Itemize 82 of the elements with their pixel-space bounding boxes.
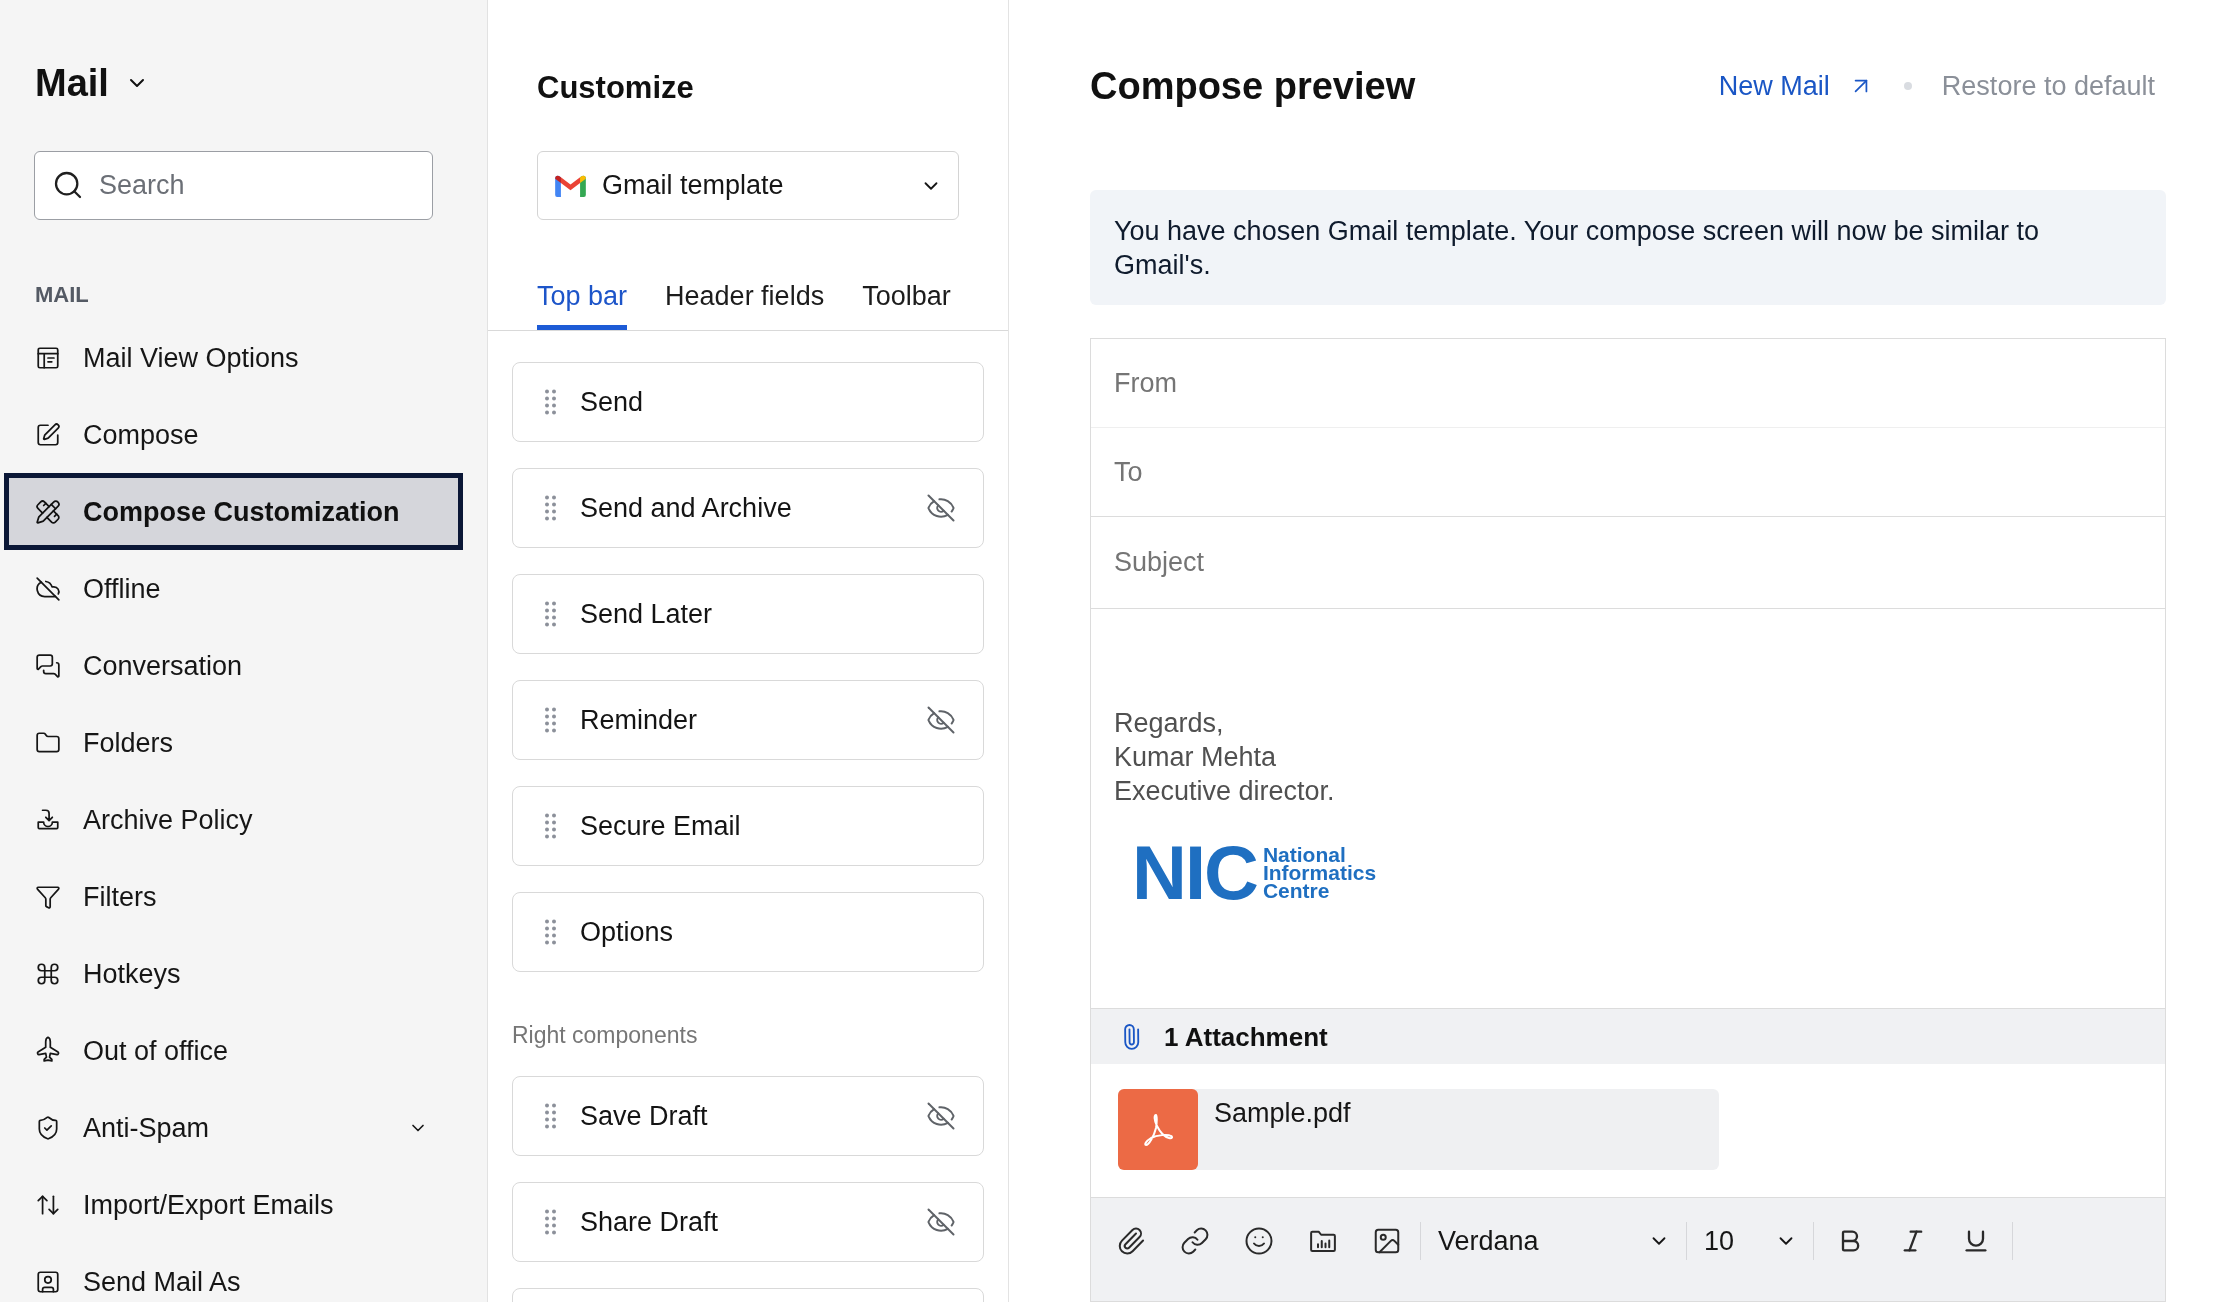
eye-off-icon[interactable]	[926, 705, 956, 735]
drag-handle-icon[interactable]	[545, 601, 556, 627]
sidebar-item[interactable]: Hotkeys	[4, 935, 463, 1012]
sidebar-item[interactable]: Compose	[4, 396, 463, 473]
drag-handle-icon[interactable]	[545, 495, 556, 521]
component-label: Share Draft	[580, 1206, 719, 1239]
drag-handle-icon[interactable]	[545, 1103, 556, 1129]
contact-card-icon	[35, 1268, 61, 1295]
command-key-icon	[35, 960, 61, 987]
drag-handle-icon[interactable]	[545, 919, 556, 945]
layout-icon	[35, 344, 61, 371]
component-label: Save Draft	[580, 1100, 708, 1133]
chat-bubbles-icon	[35, 652, 61, 679]
sidebar-item[interactable]: Offline	[4, 550, 463, 627]
tab[interactable]: Toolbar	[862, 279, 951, 330]
component-card[interactable]: Reminder	[512, 680, 984, 760]
section-label: MAIL	[35, 281, 90, 309]
info-banner: You have chosen Gmail template. Your compose screen will now be similar to Gmail's.	[1090, 190, 2166, 305]
drag-handle-icon[interactable]	[545, 813, 556, 839]
eye-off-icon[interactable]	[926, 1207, 956, 1237]
logo-mark: NIC	[1132, 834, 1257, 912]
image-icon[interactable]	[1372, 1226, 1402, 1256]
sidebar-item[interactable]: Out of office	[4, 1012, 463, 1089]
attachment-chip[interactable]: Sample.pdf	[1118, 1089, 1719, 1170]
eye-off-icon[interactable]	[926, 1101, 956, 1131]
folder-icon	[35, 729, 61, 756]
sidebar-item[interactable]: Conversation	[4, 627, 463, 704]
attach-icon[interactable]	[1116, 1226, 1146, 1256]
m-logo-icon	[555, 174, 586, 197]
signature-line: Executive director.	[1114, 775, 1336, 808]
search-field[interactable]: Search	[34, 151, 433, 220]
attachment-count: 1 Attachment	[1164, 1020, 1328, 1054]
signature-line: Kumar Mehta	[1114, 741, 1278, 774]
sidebar-item[interactable]: Import/Export Emails	[4, 1166, 463, 1243]
sidebar-item[interactable]: Anti-Spam	[4, 1089, 463, 1166]
drag-handle-icon[interactable]	[545, 707, 556, 733]
sidebar-item[interactable]: Archive Policy	[4, 781, 463, 858]
component-card[interactable]: Options	[512, 892, 984, 972]
pdf-file-icon	[1118, 1089, 1198, 1170]
edit-icon	[35, 421, 61, 448]
new-mail-link[interactable]: New Mail	[1718, 69, 1874, 103]
preview-title: Compose preview	[1090, 64, 1416, 109]
logo-text: National Informatics Centre	[1262, 846, 1378, 900]
font-select[interactable]: Verdana	[1438, 1226, 1670, 1256]
component-card[interactable]: Send	[512, 362, 984, 442]
component-label: Options	[580, 916, 674, 949]
drag-handle-icon[interactable]	[545, 1209, 556, 1235]
drag-handle-icon[interactable]	[545, 389, 556, 415]
component-card[interactable]: Save Draft	[512, 1076, 984, 1156]
size-select[interactable]: 10	[1704, 1226, 1797, 1256]
sidebar-item[interactable]: Folders	[4, 704, 463, 781]
component-label: Send	[580, 386, 644, 419]
component-card[interactable]: Send Later	[512, 574, 984, 654]
app-switcher[interactable]: Mail	[35, 58, 149, 108]
shield-check-icon	[35, 1114, 61, 1141]
filter-icon	[35, 883, 61, 910]
pencil-ruler-icon	[35, 498, 61, 525]
search-icon	[52, 169, 84, 201]
component-label: Reminder	[580, 704, 698, 737]
tab[interactable]: Header fields	[665, 279, 825, 330]
component-label: Secure Email	[580, 810, 741, 843]
component-label: Send Later	[580, 598, 713, 631]
separator-dot-icon	[1903, 82, 1912, 90]
template-select[interactable]: Gmail template	[537, 151, 959, 220]
eye-off-icon[interactable]	[926, 493, 956, 523]
sidebar-item[interactable]: Filters	[4, 858, 463, 935]
tray-arrow-icon	[35, 806, 61, 833]
component-card[interactable]: Send and Archive	[512, 468, 984, 548]
file-name: Sample.pdf	[1214, 1097, 1351, 1130]
sidebar-item[interactable]: Compose Customization	[4, 473, 463, 550]
tab[interactable]: Top bar	[537, 279, 628, 330]
cloud-off-icon	[35, 575, 61, 602]
component-card[interactable]: Secure Email	[512, 786, 984, 866]
link-icon[interactable]	[1180, 1226, 1210, 1256]
section-heading: Right components	[511, 1021, 699, 1050]
signature-line: Regards,	[1114, 707, 1225, 740]
emoji-icon[interactable]	[1244, 1226, 1274, 1256]
sidebar-item[interactable]: Send Mail As	[4, 1243, 463, 1302]
component-card[interactable]: Share Draft	[512, 1182, 984, 1262]
sidebar-item[interactable]: Mail View Options	[4, 319, 463, 396]
panel-title: Customize	[537, 69, 695, 107]
component-label: Send and Archive	[580, 492, 792, 525]
